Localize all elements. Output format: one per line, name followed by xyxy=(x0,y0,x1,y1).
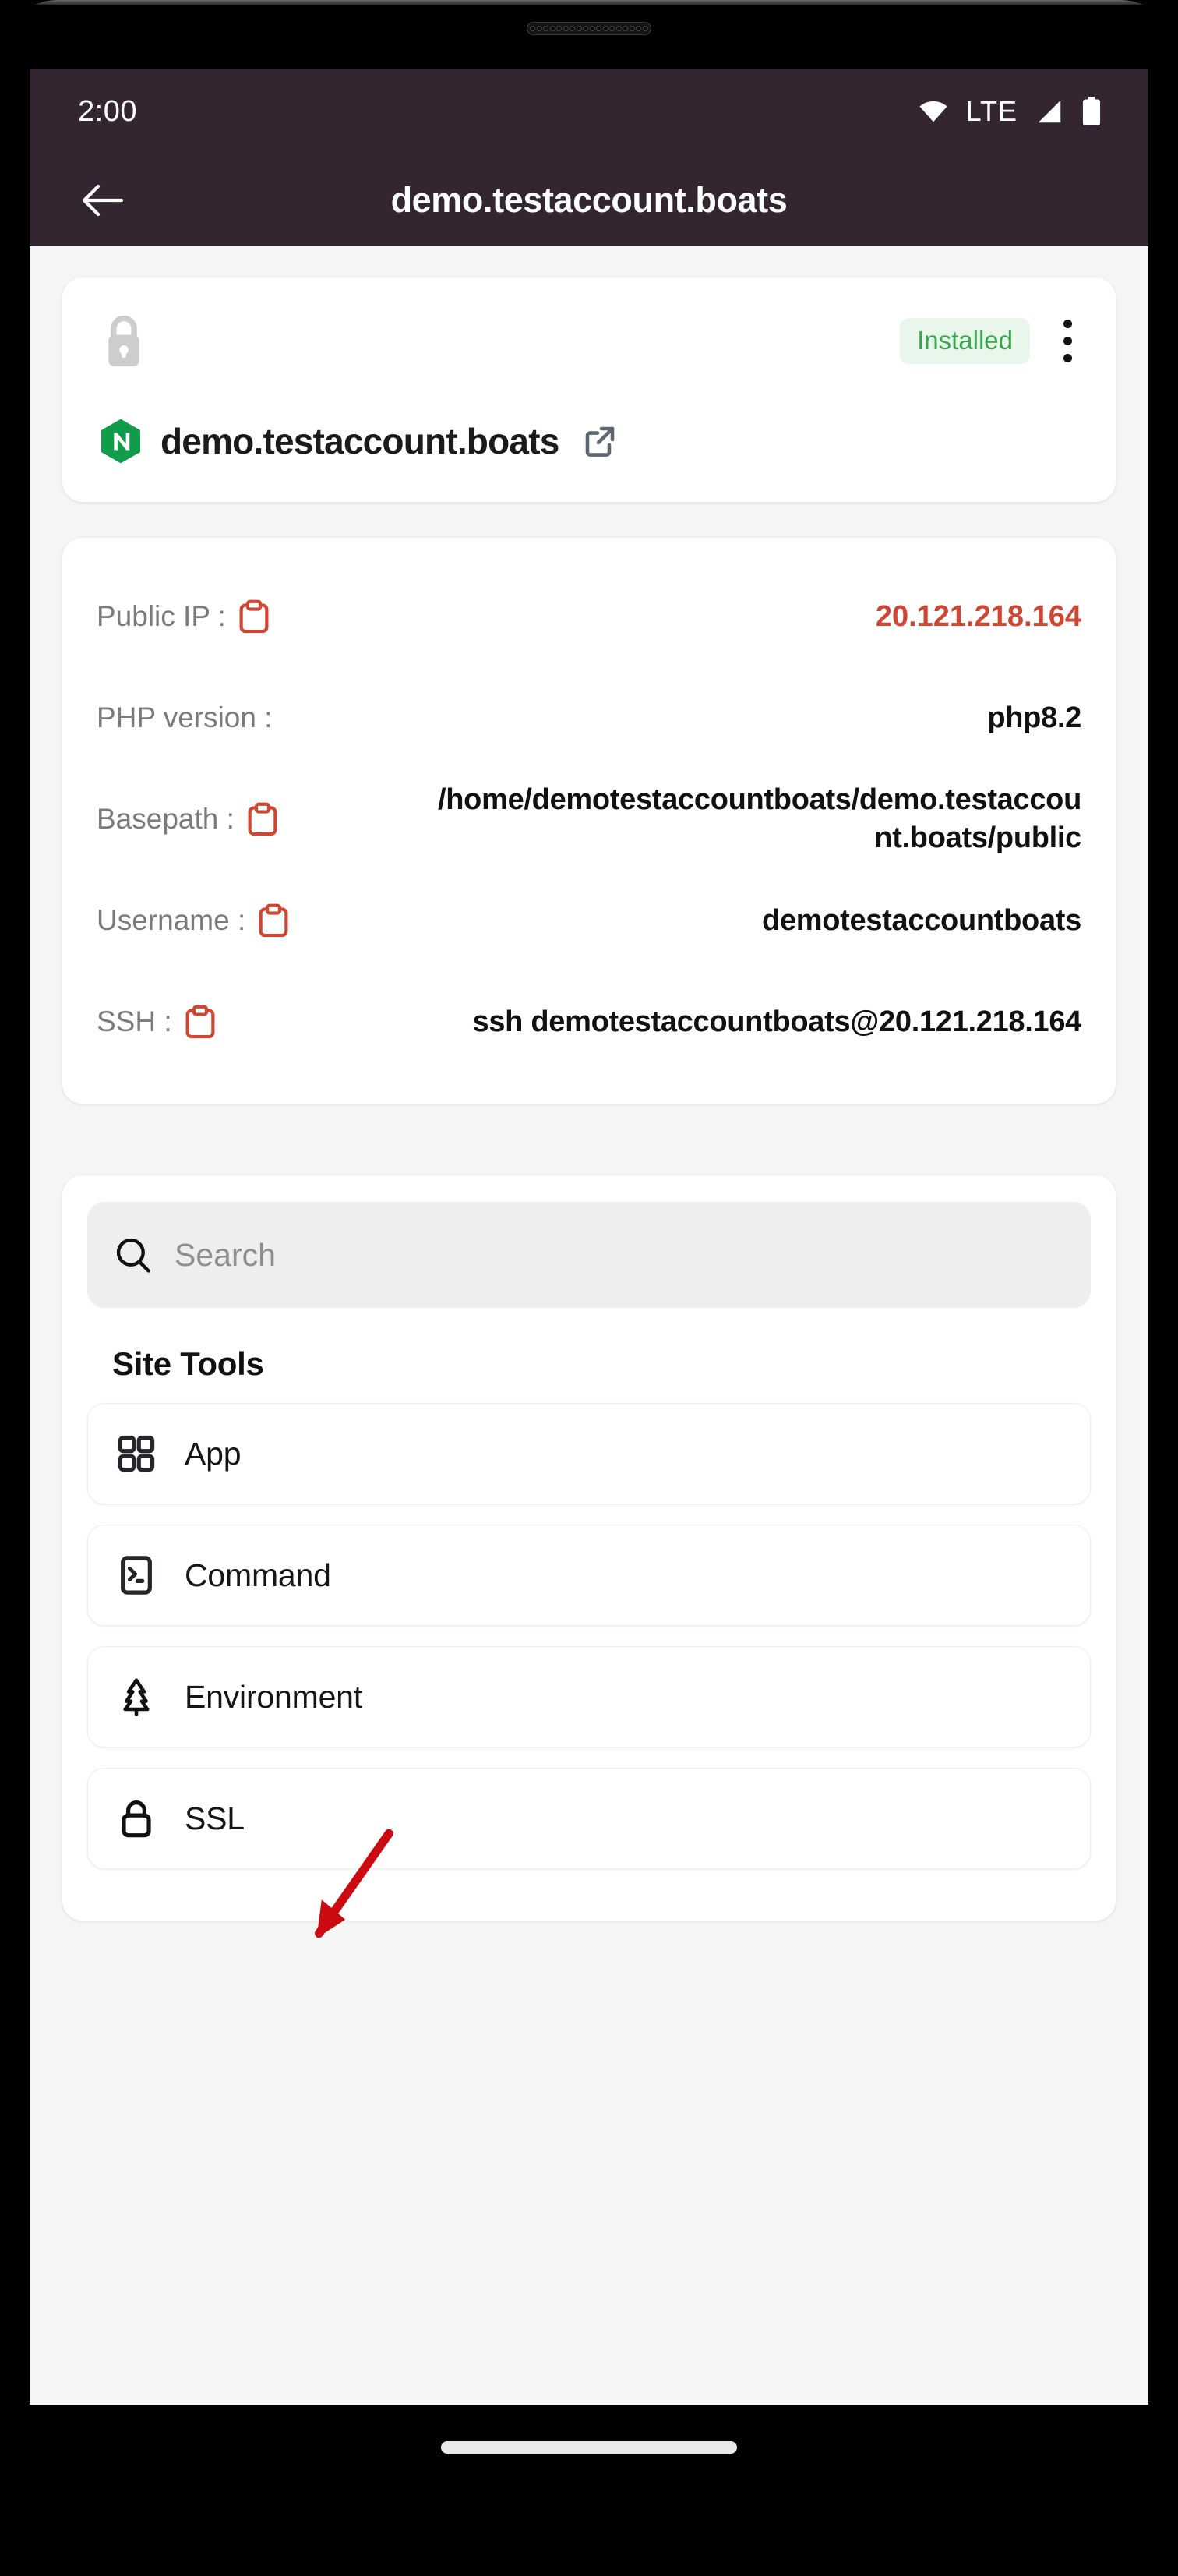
info-value: 20.121.218.164 xyxy=(875,599,1081,633)
site-summary-card: Installed demo.testaccount.boats xyxy=(62,277,1116,502)
search-input[interactable]: Search xyxy=(87,1202,1091,1308)
search-placeholder: Search xyxy=(175,1236,276,1273)
tree-icon xyxy=(123,1678,150,1716)
speaker-grille-icon xyxy=(527,22,651,35)
network-type-label: LTE xyxy=(965,95,1018,127)
terminal-icon xyxy=(121,1556,152,1595)
sidebar-item-label: Command xyxy=(185,1557,331,1593)
lock-icon xyxy=(108,315,139,366)
status-bar-indicators: LTE xyxy=(918,95,1102,128)
info-value: ssh demotestaccountboats@20.121.218.164 xyxy=(472,1005,1082,1038)
status-badge: Installed xyxy=(900,317,1030,364)
info-row: Username : demotestaccountboats xyxy=(97,870,1081,971)
grid-apps-icon xyxy=(118,1435,155,1472)
external-link-icon[interactable] xyxy=(581,422,619,460)
arrow-left-icon xyxy=(82,184,124,217)
scroll-content: Installed demo.testaccount.boats Public … xyxy=(30,246,1148,2405)
info-label: SSH : xyxy=(97,1005,172,1037)
sidebar-item-label: App xyxy=(185,1435,242,1472)
home-indicator[interactable] xyxy=(441,2441,737,2454)
site-tools-card: Search Site Tools App Command Environmen… xyxy=(62,1175,1116,1921)
signal-icon xyxy=(1038,100,1061,123)
sidebar-item-app[interactable]: App xyxy=(87,1403,1091,1504)
site-info-card: Public IP : 20.121.218.164 PHP version :… xyxy=(62,538,1116,1104)
battery-icon xyxy=(1082,97,1101,125)
phone-frame: 2:00 LTE demo.testaccount.boats Installe… xyxy=(0,0,1178,2576)
copy-icon[interactable] xyxy=(258,903,289,938)
info-row: Public IP : 20.121.218.164 xyxy=(97,566,1081,667)
sidebar-item-label: SSL xyxy=(185,1800,245,1836)
copy-icon[interactable] xyxy=(238,599,270,634)
copy-icon[interactable] xyxy=(185,1005,216,1039)
info-value: /home/demotestaccountboats/demo.testacco… xyxy=(438,783,1081,854)
kebab-menu-icon[interactable] xyxy=(1056,316,1078,366)
copy-icon[interactable] xyxy=(247,802,278,836)
bezel-highlight xyxy=(0,0,1178,5)
status-bar-clock: 2:00 xyxy=(78,94,137,128)
site-card-domain-row: demo.testaccount.boats xyxy=(100,418,1078,465)
info-label: Basepath : xyxy=(97,803,235,835)
site-tools-heading: Site Tools xyxy=(112,1345,264,1382)
system-navigation-bar xyxy=(30,2405,1148,2490)
app-bar: demo.testaccount.boats xyxy=(30,154,1148,246)
sidebar-item-label: Environment xyxy=(185,1678,362,1715)
sidebar-item-command[interactable]: Command xyxy=(87,1525,1091,1626)
search-icon xyxy=(116,1238,150,1273)
sidebar-item-environment[interactable]: Environment xyxy=(87,1646,1091,1747)
info-row: Basepath : /home/demotestaccountboats/de… xyxy=(97,769,1081,870)
status-bar: 2:00 LTE xyxy=(30,69,1148,154)
info-label: Username : xyxy=(97,904,246,936)
info-value: demotestaccountboats xyxy=(762,903,1081,937)
info-label: PHP version : xyxy=(97,701,273,733)
info-row: PHP version : php8.2 xyxy=(97,667,1081,769)
site-domain-label: demo.testaccount.boats xyxy=(160,421,559,461)
wifi-icon xyxy=(919,101,947,122)
page-title: demo.testaccount.boats xyxy=(390,180,788,220)
site-card-header-row: Installed xyxy=(100,313,1078,368)
phone-screen: 2:00 LTE demo.testaccount.boats Installe… xyxy=(30,69,1148,2405)
info-row: SSH : ssh demotestaccountboats@20.121.21… xyxy=(97,971,1081,1072)
lock-icon xyxy=(122,1800,151,1838)
info-value: php8.2 xyxy=(987,701,1081,734)
back-button[interactable] xyxy=(78,175,128,225)
nginx-logo xyxy=(101,419,140,464)
info-label: Public IP : xyxy=(97,600,226,632)
sidebar-item-ssl[interactable]: SSL xyxy=(87,1768,1091,1869)
